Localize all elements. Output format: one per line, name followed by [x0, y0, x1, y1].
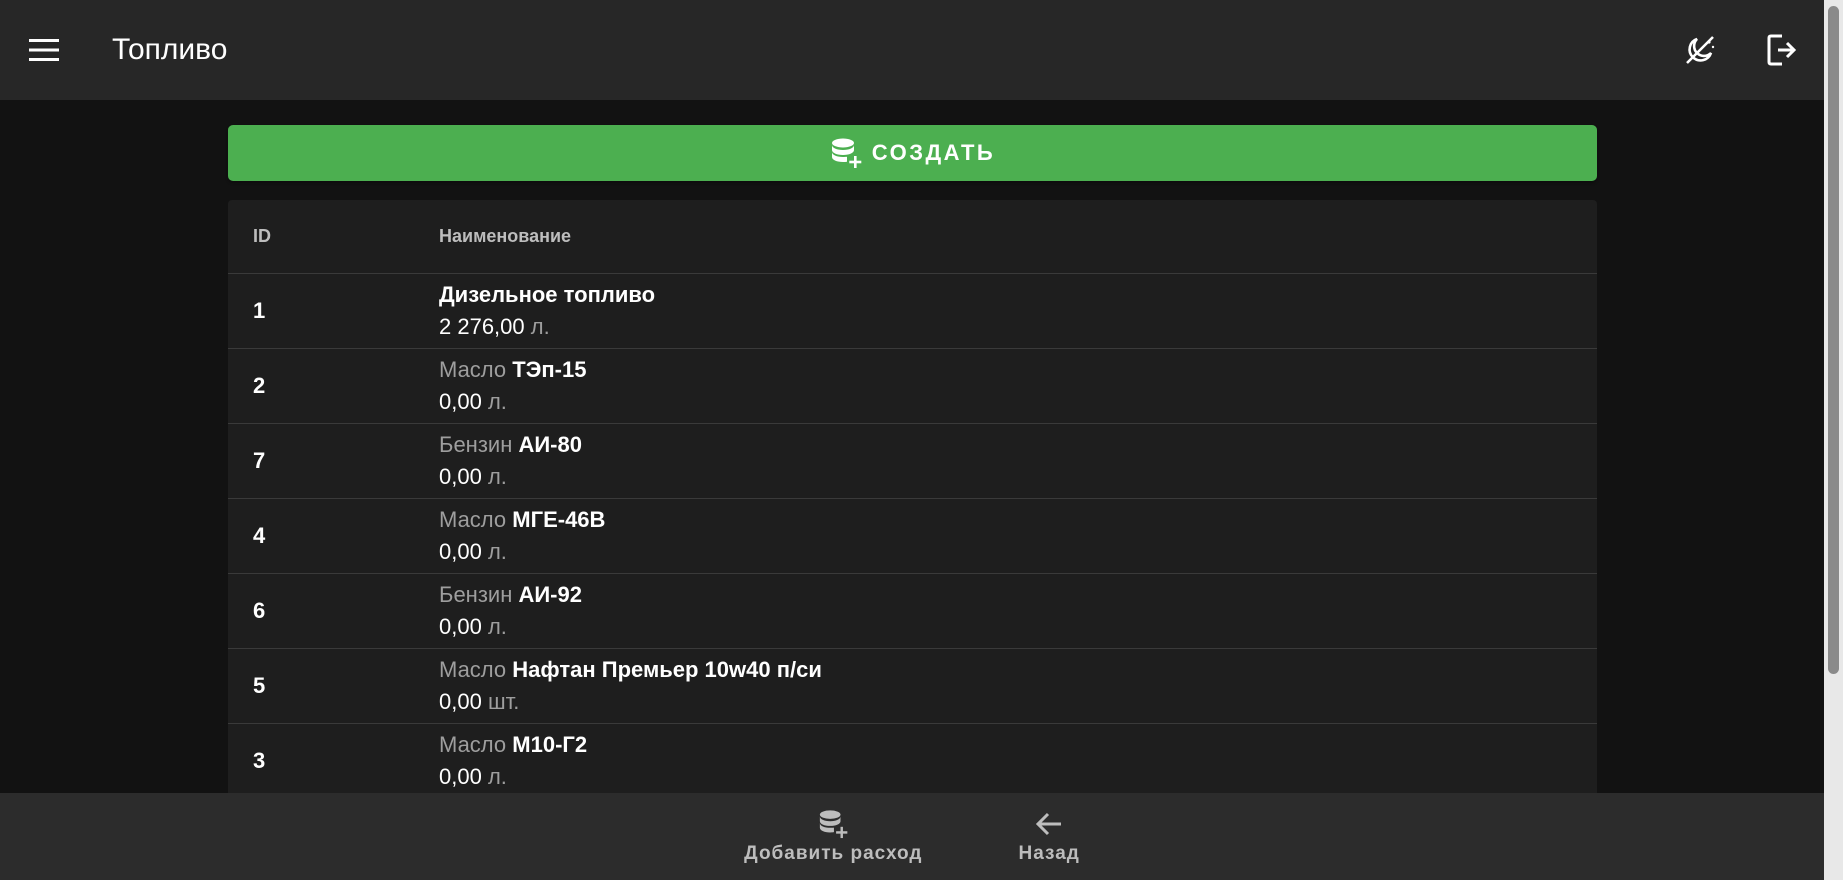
row-id: 5 — [253, 673, 266, 698]
item-type: Масло — [439, 657, 507, 682]
item-unit: л. — [487, 464, 507, 489]
row-name-cell: Масло ТЭп-15 0,00 л. — [439, 354, 1597, 418]
item-type: Бензин — [439, 432, 513, 457]
page-title: Топливо — [112, 33, 228, 66]
item-unit: л. — [530, 314, 550, 339]
item-name: АИ-80 — [518, 432, 582, 457]
app-bar: Топливо — [0, 0, 1824, 100]
table-header: ID Наименование — [228, 200, 1597, 274]
column-header-name[interactable]: Наименование — [439, 226, 1597, 247]
table-body: 1 Дизельное топливо 2 276,00 л. 2 Масло ТЭп-… — [228, 274, 1597, 799]
table-row[interactable]: 3 Масло М10-Г2 0,00 л. — [228, 724, 1597, 799]
row-name-cell: Масло М10-Г2 0,00 л. — [439, 729, 1597, 793]
create-button[interactable]: Создать — [228, 125, 1597, 181]
item-quantity-line: 0,00 л. — [439, 386, 1597, 418]
table-row[interactable]: 5 Масло Нафтан Премьер 10w40 п/си 0,00 шт. — [228, 649, 1597, 724]
item-type: Масло — [439, 732, 507, 757]
create-button-label: Создать — [871, 140, 996, 165]
fuel-table: ID Наименование 1 Дизельное топливо 2 276,… — [228, 200, 1597, 799]
arrow-left-icon — [1036, 812, 1062, 835]
item-name-line: Масло ТЭп-15 — [439, 354, 1597, 386]
item-quantity: 0,00 — [439, 764, 482, 789]
item-name-line: Дизельное топливо — [439, 279, 1597, 311]
item-quantity-line: 2 276,00 л. — [439, 311, 1597, 343]
item-unit: л. — [487, 389, 507, 414]
item-type: Масло — [439, 507, 507, 532]
item-quantity-line: 0,00 л. — [439, 536, 1597, 568]
row-name-cell: Бензин АИ-92 0,00 л. — [439, 579, 1597, 643]
item-unit: л. — [487, 614, 507, 639]
back-button[interactable]: Назад — [978, 809, 1079, 865]
item-quantity-line: 0,00 шт. — [439, 686, 1597, 718]
logout-icon — [1767, 34, 1797, 66]
theme-toggle-button[interactable] — [1678, 28, 1722, 72]
column-header-id[interactable]: ID — [228, 226, 439, 247]
theme-toggle-icon — [1686, 36, 1715, 64]
item-quantity: 0,00 — [439, 389, 482, 414]
logout-button[interactable] — [1760, 28, 1804, 72]
row-id: 1 — [253, 298, 266, 323]
item-unit: л. — [487, 764, 507, 789]
row-id: 2 — [253, 373, 266, 398]
item-name-line: Масло МГЕ-46В — [439, 504, 1597, 536]
item-quantity: 0,00 — [439, 614, 482, 639]
app-root: Топливо СОЗДАТЬ ID Наименование 1 Дизель… — [0, 0, 1843, 880]
item-name-line: Бензин АИ-92 — [439, 579, 1597, 611]
row-name-cell: Бензин АИ-80 0,00 л. — [439, 429, 1597, 493]
item-name-line: Масло Нафтан Премьер 10w40 п/си — [439, 654, 1597, 686]
menu-icon — [29, 39, 59, 61]
item-name: Нафтан Премьер 10w40 п/си — [512, 657, 822, 682]
add-expense-button[interactable]: Добавить расход — [744, 809, 922, 865]
database-plus-icon — [831, 138, 862, 168]
item-type: Масло — [439, 357, 507, 382]
item-quantity-line: 0,00 л. — [439, 611, 1597, 643]
menu-button[interactable] — [22, 28, 66, 72]
bottom-navigation: Добавить расход Назад — [0, 793, 1824, 880]
item-name: Дизельное топливо — [439, 282, 656, 307]
item-name: МГЕ-46В — [512, 507, 606, 532]
table-row[interactable]: 1 Дизельное топливо 2 276,00 л. — [228, 274, 1597, 349]
table-row[interactable]: 4 Масло МГЕ-46В 0,00 л. — [228, 499, 1597, 574]
item-name: АИ-92 — [518, 582, 582, 607]
scrollbar-thumb[interactable] — [1828, 6, 1839, 674]
row-name-cell: Масло МГЕ-46В 0,00 л. — [439, 504, 1597, 568]
item-type: Бензин — [439, 582, 513, 607]
back-label: Назад — [1018, 842, 1080, 864]
item-quantity-line: 0,00 л. — [439, 761, 1597, 793]
add-expense-label: Добавить расход — [744, 842, 923, 864]
item-quantity: 0,00 — [439, 539, 482, 564]
table-row[interactable]: 2 Масло ТЭп-15 0,00 л. — [228, 349, 1597, 424]
app-bar-actions — [1678, 28, 1804, 72]
item-quantity: 0,00 — [439, 689, 482, 714]
row-id: 4 — [253, 523, 266, 548]
item-unit: л. — [487, 539, 507, 564]
item-quantity: 0,00 — [439, 464, 482, 489]
item-name: М10-Г2 — [512, 732, 588, 757]
item-name: ТЭп-15 — [512, 357, 587, 382]
item-name-line: Масло М10-Г2 — [439, 729, 1597, 761]
vertical-scrollbar[interactable] — [1824, 0, 1843, 880]
main-content: Создать ID Наименование 1 Дизельное топли… — [228, 125, 1597, 799]
table-row[interactable]: 7 Бензин АИ-80 0,00 л. — [228, 424, 1597, 499]
row-name-cell: Дизельное топливо 2 276,00 л. — [439, 279, 1597, 343]
row-name-cell: Масло Нафтан Премьер 10w40 п/си 0,00 шт. — [439, 654, 1597, 718]
row-id: 3 — [253, 748, 266, 773]
item-unit: шт. — [487, 689, 520, 714]
item-name-line: Бензин АИ-80 — [439, 429, 1597, 461]
row-id: 7 — [253, 448, 266, 473]
row-id: 6 — [253, 598, 266, 623]
database-plus-icon — [820, 809, 848, 838]
table-row[interactable]: 6 Бензин АИ-92 0,00 л. — [228, 574, 1597, 649]
item-quantity: 2 276,00 — [439, 314, 525, 339]
item-quantity-line: 0,00 л. — [439, 461, 1597, 493]
